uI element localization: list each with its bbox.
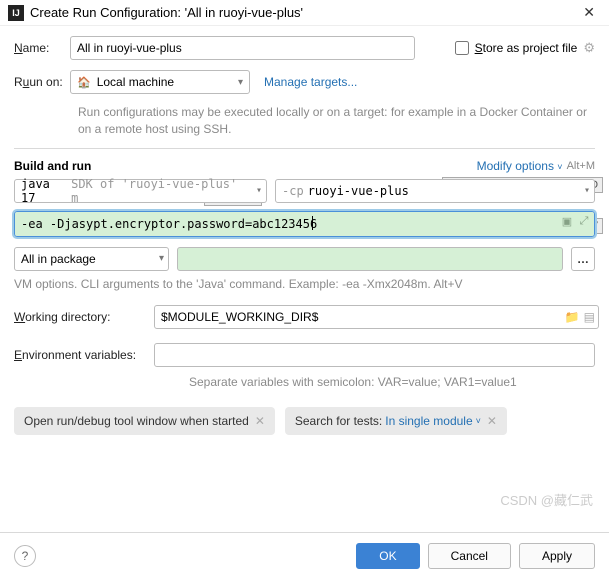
watermark: CSDN @藏仁武 xyxy=(500,490,593,509)
help-button[interactable]: ? xyxy=(14,545,36,567)
test-scope-select[interactable]: All in package xyxy=(14,247,169,271)
vm-hint-text: VM options. CLI arguments to the 'Java' … xyxy=(14,277,595,291)
runon-hint: Run configurations may be executed local… xyxy=(78,104,595,138)
chip-open-tool-window[interactable]: Open run/debug tool window when started … xyxy=(14,407,275,435)
name-label: Name: xyxy=(14,41,70,55)
jdk-select[interactable]: java 17 SDK of 'ruoyi-vue-plus' m xyxy=(14,179,267,203)
package-input[interactable] xyxy=(177,247,563,271)
workdir-label: Working directory: xyxy=(14,310,154,324)
cp-value: ruoyi-vue-plus xyxy=(308,184,409,198)
app-icon: IJ xyxy=(8,5,24,21)
env-label: Environment variables: xyxy=(14,348,154,362)
home-icon: 🏠 xyxy=(77,76,91,89)
store-label: Store as project file xyxy=(475,41,578,55)
ok-button[interactable]: OK xyxy=(356,543,419,569)
dialog-title: Create Run Configuration: 'All in ruoyi-… xyxy=(30,5,577,20)
section-title: Build and run xyxy=(14,159,91,173)
runon-select[interactable]: 🏠 Local machine xyxy=(70,70,250,94)
modify-shortcut: Alt+M xyxy=(567,160,595,172)
test-scope-value: All in package xyxy=(21,252,96,266)
modify-options-link[interactable]: Modify options ˅ xyxy=(477,159,563,173)
chip-remove-icon[interactable]: ✕ xyxy=(487,414,497,428)
workdir-input[interactable] xyxy=(154,305,599,329)
folder-icon[interactable]: 📁 xyxy=(565,310,580,324)
manage-targets-link[interactable]: Manage targets... xyxy=(264,75,357,89)
jdk-main: java 17 xyxy=(21,177,71,205)
name-input[interactable] xyxy=(70,36,415,60)
chip-value[interactable]: In single module xyxy=(385,414,472,428)
vm-options-input[interactable] xyxy=(14,211,595,237)
chip-remove-icon[interactable]: ✕ xyxy=(255,414,265,428)
cp-prefix: -cp xyxy=(282,184,304,198)
classpath-select[interactable]: -cp ruoyi-vue-plus xyxy=(275,179,595,203)
chip-label: Search for tests: xyxy=(295,414,382,428)
footer-separator xyxy=(0,532,609,533)
expand-icon[interactable]: ▣ xyxy=(560,215,574,229)
env-input[interactable] xyxy=(154,343,595,367)
jdk-dim: SDK of 'ruoyi-vue-plus' m xyxy=(71,177,250,205)
runon-label: Ruun on: xyxy=(14,75,70,89)
gear-icon[interactable]: ⚙ xyxy=(583,40,595,56)
fullscreen-icon[interactable]: ⤢ xyxy=(577,215,591,229)
runon-value: Local machine xyxy=(97,75,174,89)
env-hint: Separate variables with semicolon: VAR=v… xyxy=(189,375,595,389)
separator xyxy=(14,148,595,149)
chip-label: Open run/debug tool window when started xyxy=(24,414,249,428)
text-caret xyxy=(312,216,313,230)
chevron-down-icon[interactable]: ˅ xyxy=(476,416,481,426)
browse-button[interactable]: … xyxy=(571,247,595,271)
store-checkbox[interactable] xyxy=(455,41,469,55)
list-icon[interactable]: ▤ xyxy=(584,310,595,324)
apply-button[interactable]: Apply xyxy=(519,543,595,569)
cancel-button[interactable]: Cancel xyxy=(428,543,511,569)
chip-search-tests[interactable]: Search for tests: In single module ˅ ✕ xyxy=(285,407,507,435)
close-icon[interactable]: ✕ xyxy=(577,4,601,21)
